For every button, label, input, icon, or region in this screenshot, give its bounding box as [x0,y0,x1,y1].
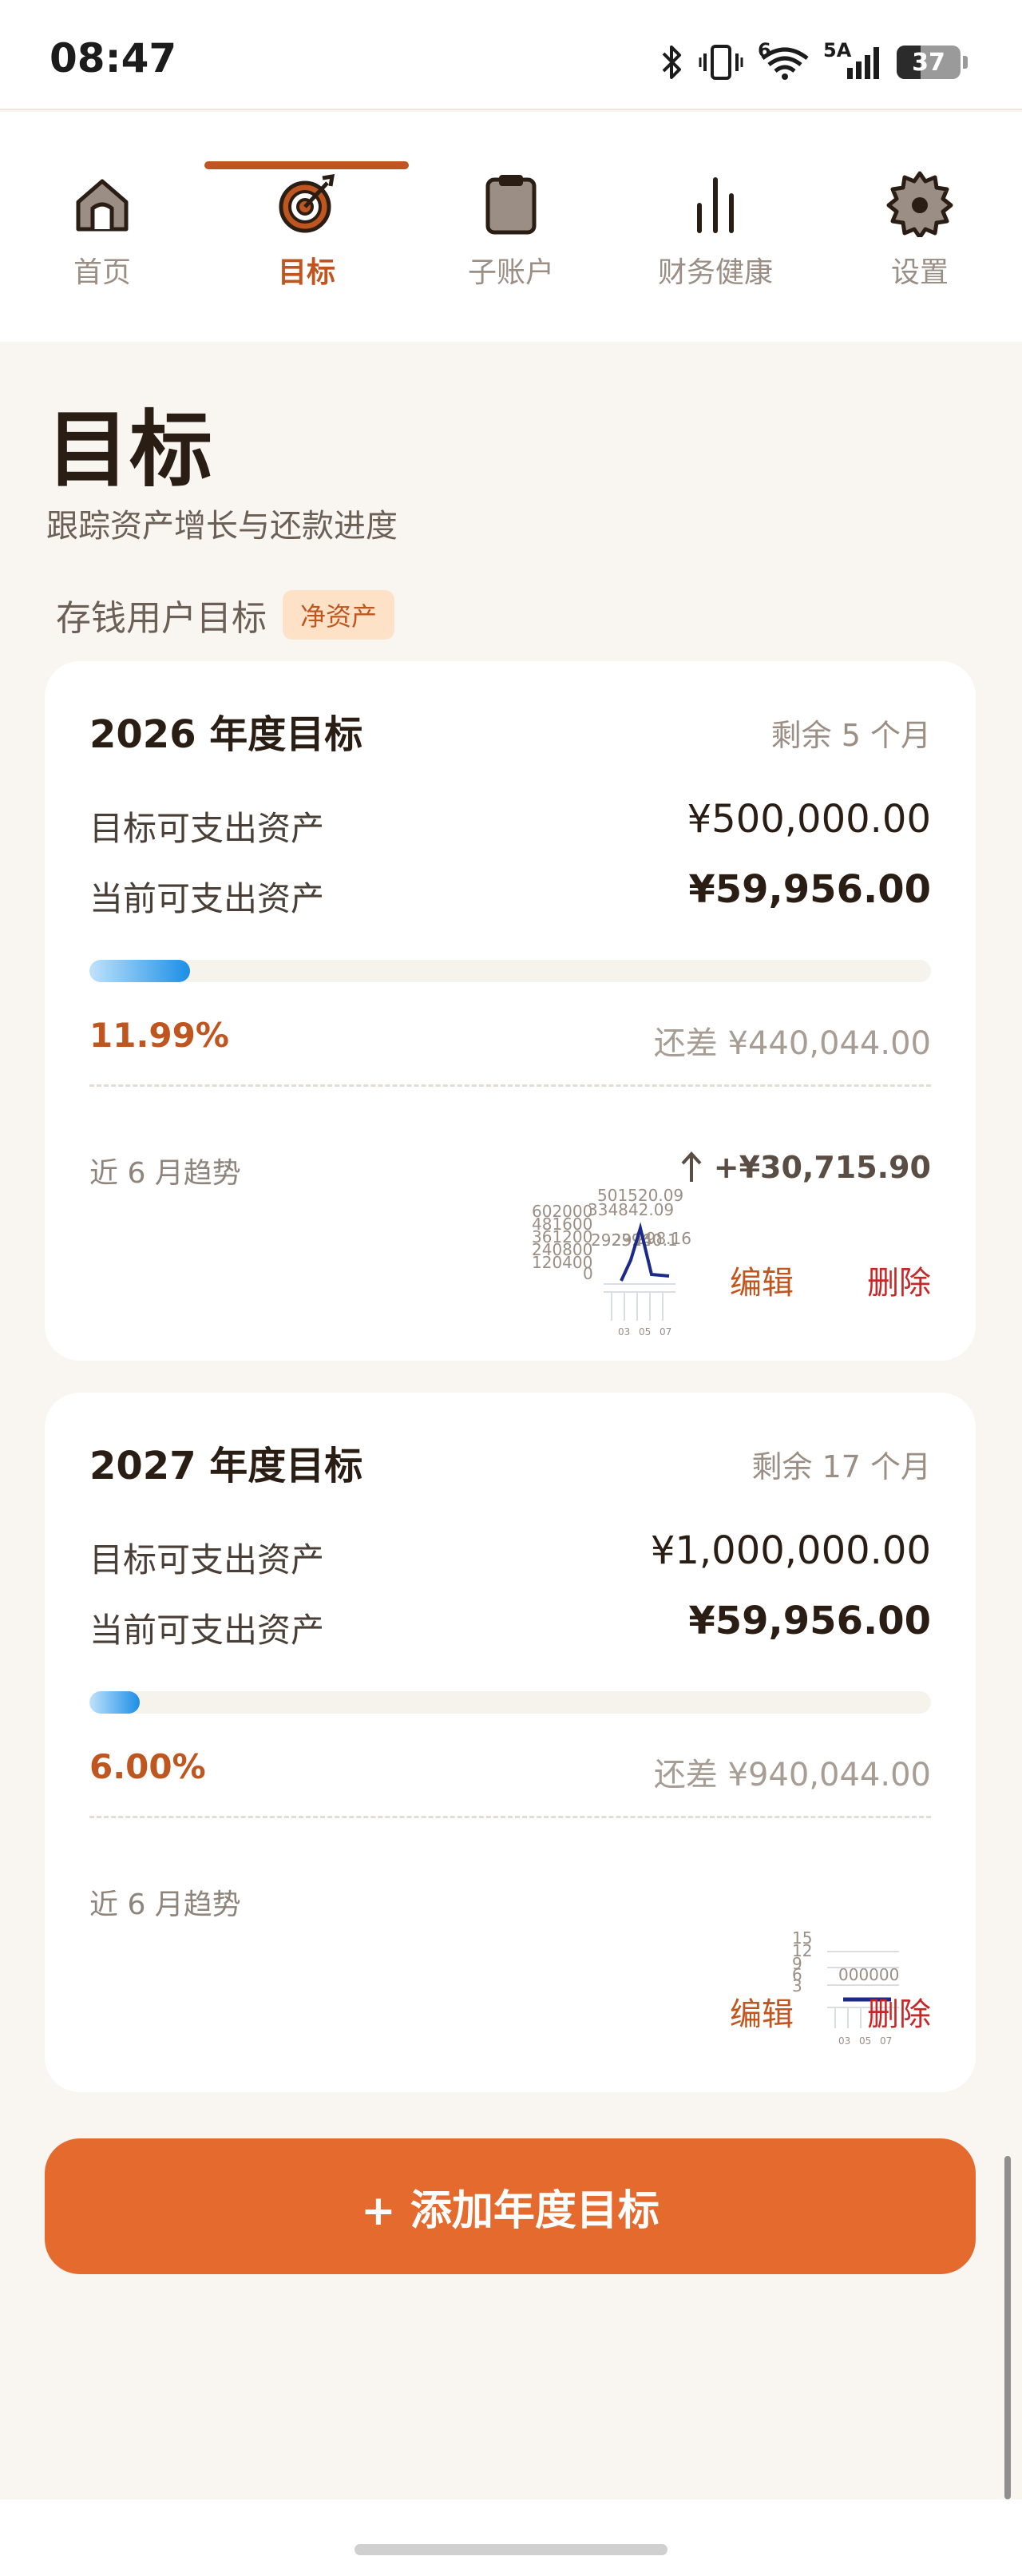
progress-bar [89,1691,931,1714]
current-label: 当前可支出资产 [89,1611,325,1650]
arrow-up-icon [681,1151,702,1182]
bottom-bar [0,2499,1022,2576]
current-value: ¥59,956.00 [688,867,931,912]
network-label: 5A [823,39,852,61]
home-indicator[interactable] [355,2544,667,2555]
tab-home-label: 首页 [73,256,131,289]
bar-chart-icon [679,168,751,240]
tab-subaccounts-label: 子账户 [467,256,554,289]
progress-percent: 6.00% [89,1747,206,1786]
spark-label: 334842.09 [588,1200,674,1219]
trend-label: 近 6 月趋势 [89,1157,241,1190]
progress-fill [89,1691,141,1714]
home-icon [66,168,138,240]
goal-card: 2026 年度目标 剩余 5 个月 目标可支出资产 ¥500,000.00 当前… [45,661,976,1361]
section-header: 存钱用户目标 净资产 [56,590,395,640]
progress-bar [89,960,931,982]
goal-remaining: 剩余 5 个月 [770,718,931,753]
scrollbar[interactable] [1004,2156,1011,2499]
bluetooth-icon [662,46,681,79]
goal-title: 2027 年度目标 [89,1444,363,1488]
goal-remaining: 剩余 17 个月 [751,1449,931,1484]
status-time: 08:47 [50,35,177,81]
delete-button[interactable]: 删除 [867,1988,931,2035]
card-divider [89,1084,931,1087]
status-icons: 6 5A 37 [660,38,968,86]
tab-settings[interactable]: 设置 [818,112,1022,342]
card-divider [89,1816,931,1818]
vibrate-icon [699,45,743,80]
spark-x-tick: 05 [859,2035,871,2047]
net-assets-badge: 净资产 [283,590,395,640]
battery-level: 37 [912,48,945,77]
section-label: 存钱用户目标 [56,598,267,639]
spark-x-tick: 03 [838,2035,850,2047]
trend-label: 近 6 月趋势 [89,1888,241,1921]
goal-title: 2026 年度目标 [89,712,363,757]
wifi-label: 6 [758,39,771,61]
target-label: 目标可支出资产 [89,809,325,848]
tab-home[interactable]: 首页 [0,112,204,342]
wifi-icon: 6 [758,39,809,81]
tab-goals-label: 目标 [277,256,335,289]
spark-x-tick: 05 [639,1326,651,1337]
remaining-gap: 还差 ¥940,044.00 [653,1757,931,1793]
status-bar: 08:47 6 5A 37 [0,0,1022,110]
page-subtitle: 跟踪资产增长与还款进度 [46,508,398,545]
target-value: ¥1,000,000.00 [650,1528,931,1573]
spark-label: 0 [583,1264,593,1283]
edit-button[interactable]: 编辑 [730,1257,794,1303]
tab-subaccounts[interactable]: 子账户 [409,112,613,342]
spark-x-tick: 07 [880,2035,892,2047]
target-icon [271,168,343,240]
current-value: ¥59,956.00 [688,1599,931,1643]
spark-x-tick: 07 [660,1326,671,1337]
trend-delta: +¥30,715.90 [680,1150,931,1185]
page-title: 目标 [46,401,213,498]
gear-icon [884,168,956,240]
battery-icon: 37 [897,46,968,79]
progress-percent: 11.99% [89,1016,229,1055]
current-label: 当前可支出资产 [89,879,325,918]
add-annual-goal-button[interactable]: + 添加年度目标 [45,2138,976,2274]
goal-card: 2027 年度目标 剩余 17 个月 目标可支出资产 ¥1,000,000.00… [45,1393,976,2092]
signal-icon: 5A [823,39,882,81]
tab-financial-health-label: 财务健康 [657,256,773,289]
target-value: ¥500,000.00 [687,797,931,842]
trend-sparkline: 501520.09 602000 334842.09 481600 361200… [532,1186,691,1337]
edit-button[interactable]: 编辑 [730,1988,794,2035]
clipboard-icon [475,168,547,240]
remaining-gap: 还差 ¥440,044.00 [653,1025,931,1062]
tab-goals[interactable]: 目标 [204,112,409,342]
top-nav: 首页 目标 子账户 财务健康 设置 [0,112,1022,342]
tab-settings-label: 设置 [890,256,949,289]
tab-financial-health[interactable]: 财务健康 [613,112,818,342]
spark-x-tick: 03 [618,1326,630,1337]
progress-fill [89,960,191,982]
trend-delta-value: +¥30,715.90 [713,1150,931,1185]
target-label: 目标可支出资产 [89,1540,325,1579]
delete-button[interactable]: 删除 [867,1257,931,1303]
